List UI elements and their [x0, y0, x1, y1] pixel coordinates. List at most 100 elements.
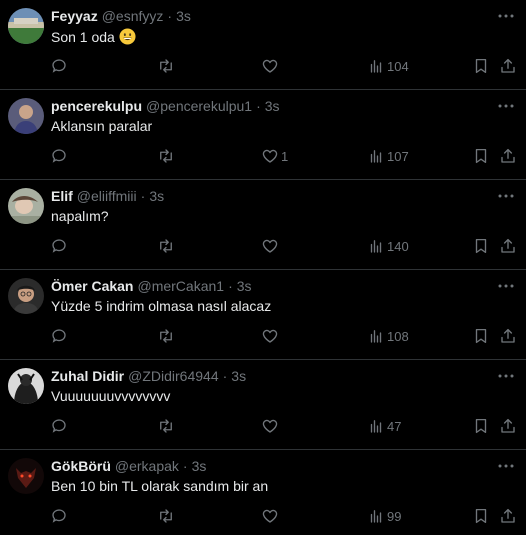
views-icon: [367, 327, 385, 345]
share-icon: [499, 147, 517, 165]
views-icon: [367, 147, 385, 165]
like-button[interactable]: [261, 326, 281, 346]
tweet[interactable]: pencerekulpu @pencerekulpu1 · 3s Aklansı…: [0, 90, 526, 180]
tweet[interactable]: GökBörü @erkapak · 3s Ben 10 bin TL olar…: [0, 450, 526, 535]
bookmark-button[interactable]: [472, 146, 490, 166]
more-icon[interactable]: [496, 96, 516, 116]
share-button[interactable]: [499, 56, 517, 76]
avatar[interactable]: [8, 368, 44, 404]
retweet-button[interactable]: [157, 236, 177, 256]
tweet-text: Aklansın paralar: [51, 118, 152, 134]
bookmark-button[interactable]: [472, 326, 490, 346]
share-icon: [499, 507, 517, 525]
share-button[interactable]: [499, 236, 517, 256]
separator-dot: ·: [228, 278, 233, 294]
share-button[interactable]: [499, 326, 517, 346]
reply-button[interactable]: [50, 326, 70, 346]
bookmark-icon: [472, 327, 490, 345]
views-button[interactable]: 47: [367, 416, 401, 436]
more-icon[interactable]: [496, 366, 516, 386]
timestamp[interactable]: 3s: [176, 8, 191, 24]
reply-button[interactable]: [50, 236, 70, 256]
retweet-icon: [157, 507, 175, 525]
like-count: 1: [281, 148, 289, 164]
user-handle[interactable]: @merCakan1: [137, 278, 224, 294]
share-button[interactable]: [499, 146, 517, 166]
tweet[interactable]: Elif @eliiffmiii · 3s napalım? 140: [0, 180, 526, 270]
view-count: 99: [387, 508, 402, 524]
more-icon[interactable]: [496, 186, 516, 206]
share-icon: [499, 417, 517, 435]
views-button[interactable]: 107: [367, 146, 409, 166]
retweet-button[interactable]: [157, 56, 177, 76]
like-button[interactable]: [261, 56, 281, 76]
bookmark-button[interactable]: [472, 56, 490, 76]
retweet-button[interactable]: [157, 326, 177, 346]
avatar[interactable]: [8, 458, 44, 494]
views-button[interactable]: 140: [367, 236, 409, 256]
retweet-button[interactable]: [157, 416, 177, 436]
bookmark-button[interactable]: [472, 506, 490, 526]
display-name[interactable]: pencerekulpu: [51, 98, 142, 114]
reply-icon: [50, 507, 68, 525]
user-handle[interactable]: @erkapak: [115, 458, 179, 474]
tweet-text: napalım?: [51, 208, 109, 224]
user-handle[interactable]: @ZDidir64944: [128, 368, 218, 384]
retweet-icon: [157, 147, 175, 165]
view-count: 107: [387, 148, 409, 164]
avatar[interactable]: [8, 278, 44, 314]
retweet-button[interactable]: [157, 506, 177, 526]
bookmark-icon: [472, 417, 490, 435]
more-icon[interactable]: [496, 276, 516, 296]
tweet[interactable]: Zuhal Didir @ZDidir64944 · 3s Vuuuuuuuvv…: [0, 360, 526, 450]
like-button[interactable]: 1: [261, 146, 288, 166]
display-name[interactable]: Zuhal Didir: [51, 368, 124, 384]
bookmark-button[interactable]: [472, 236, 490, 256]
avatar[interactable]: [8, 188, 44, 224]
user-handle[interactable]: @eliiffmiii: [77, 188, 137, 204]
timestamp[interactable]: 3s: [265, 98, 280, 114]
display-name[interactable]: Feyyaz: [51, 8, 98, 24]
share-button[interactable]: [499, 416, 517, 436]
like-icon: [261, 507, 279, 525]
reply-button[interactable]: [50, 416, 70, 436]
tweet-text: Vuuuuuuuvvvvvvvv: [51, 388, 170, 404]
avatar[interactable]: [8, 8, 44, 44]
user-handle[interactable]: @esnfyyz: [102, 8, 164, 24]
view-count: 140: [387, 238, 409, 254]
like-button[interactable]: [261, 416, 281, 436]
tweet[interactable]: Ömer Cakan @merCakan1 · 3s Yüzde 5 indri…: [0, 270, 526, 360]
tweet-actions: 104: [0, 48, 526, 84]
tweet-text: Ben 10 bin TL olarak sandım bir an: [51, 478, 268, 494]
reply-button[interactable]: [50, 56, 70, 76]
share-icon: [499, 237, 517, 255]
reply-icon: [50, 327, 68, 345]
views-button[interactable]: 108: [367, 326, 409, 346]
share-button[interactable]: [499, 506, 517, 526]
timestamp[interactable]: 3s: [149, 188, 164, 204]
views-button[interactable]: 104: [367, 56, 409, 76]
timestamp[interactable]: 3s: [237, 278, 252, 294]
views-button[interactable]: 99: [367, 506, 401, 526]
avatar[interactable]: [8, 98, 44, 134]
like-button[interactable]: [261, 506, 281, 526]
reply-button[interactable]: [50, 506, 70, 526]
like-button[interactable]: [261, 236, 281, 256]
bookmark-button[interactable]: [472, 416, 490, 436]
timestamp[interactable]: 3s: [231, 368, 246, 384]
retweet-icon: [157, 417, 175, 435]
display-name[interactable]: Elif: [51, 188, 73, 204]
display-name[interactable]: Ömer Cakan: [51, 278, 133, 294]
tweet[interactable]: Feyyaz @esnfyyz · 3s Son 1 oda 104: [0, 0, 526, 90]
separator-dot: ·: [222, 368, 228, 384]
more-icon[interactable]: [496, 6, 516, 26]
tweet-actions: 99: [0, 498, 526, 534]
retweet-button[interactable]: [157, 146, 177, 166]
share-icon: [499, 57, 517, 75]
more-icon[interactable]: [496, 456, 516, 476]
tweet-text-content: Son 1 oda: [51, 28, 115, 45]
reply-button[interactable]: [50, 146, 70, 166]
timestamp[interactable]: 3s: [192, 458, 207, 474]
display-name[interactable]: GökBörü: [51, 458, 111, 474]
user-handle[interactable]: @pencerekulpu1: [146, 98, 252, 114]
